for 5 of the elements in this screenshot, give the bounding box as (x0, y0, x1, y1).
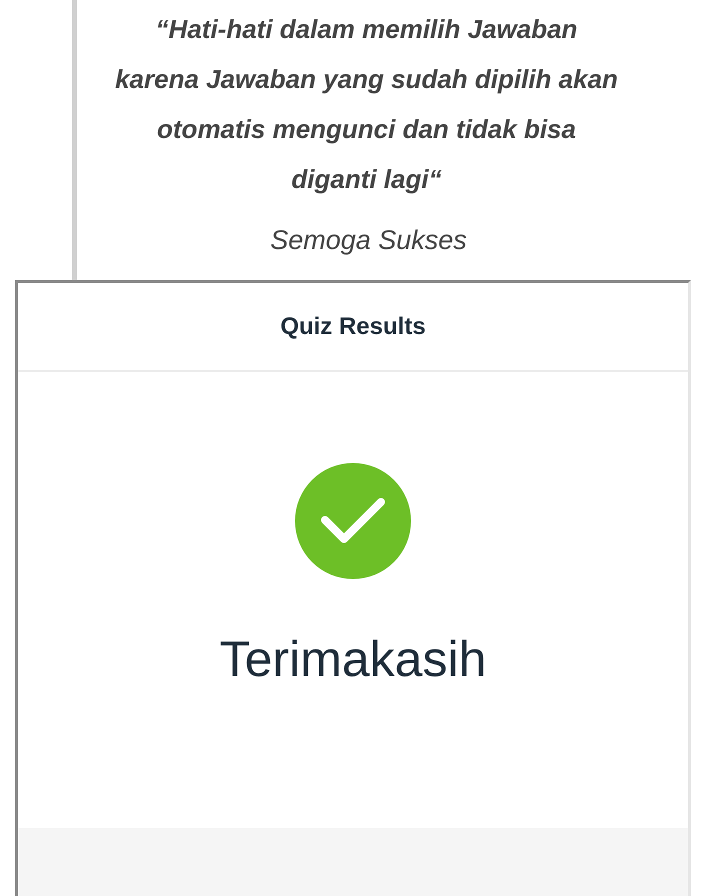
card-title: Quiz Results (280, 312, 426, 340)
closing-text: Semoga Sukses (269, 224, 468, 257)
quote-text: “Hati-hati dalam memilih Jawaban karena Jawaban yang sudah dipilih akan otomatis mengunci dan tidak bisa diganti lagi“ (114, 13, 619, 196)
check-icon (294, 462, 412, 580)
result-message: Terimakasih (220, 630, 486, 688)
